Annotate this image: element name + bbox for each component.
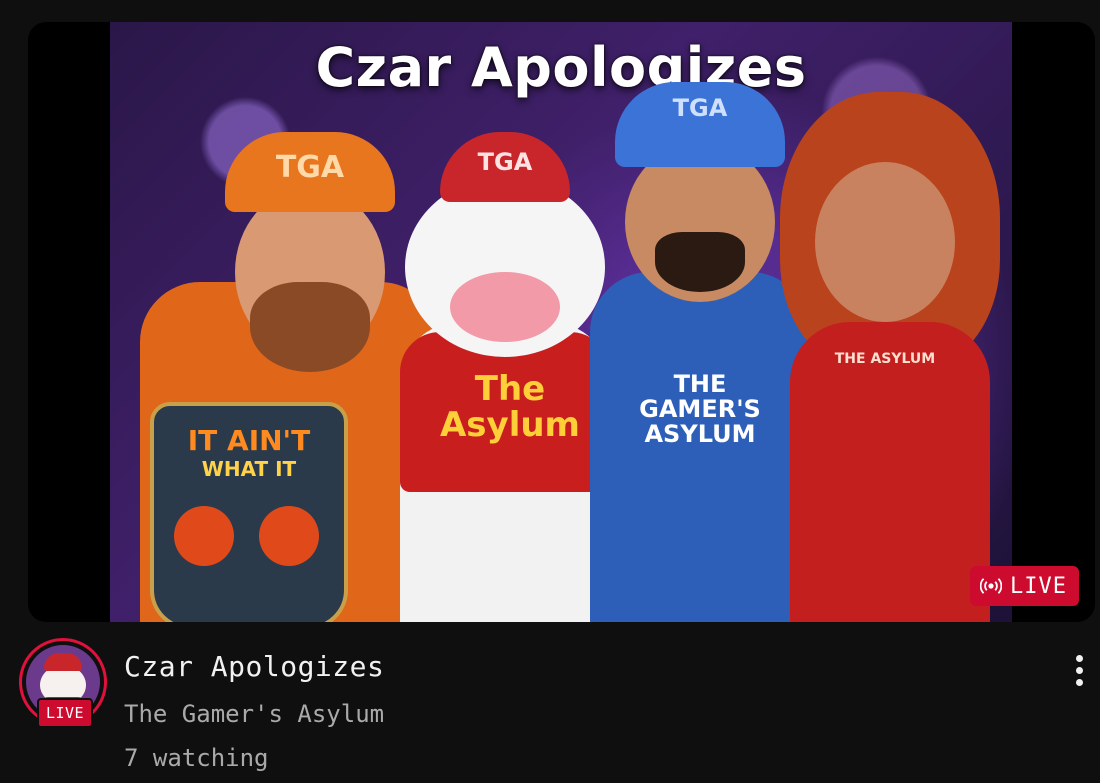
avatar-live-badge: LIVE: [37, 698, 93, 728]
logo-text-line2: WHAT IT: [201, 457, 297, 481]
character-red-hair: THE ASYLUM: [770, 92, 1012, 622]
viewer-count: 7 watching: [124, 744, 269, 772]
broadcast-icon: [980, 578, 1003, 594]
kebab-dot-icon: [1075, 666, 1083, 674]
live-label: LIVE: [1010, 573, 1067, 599]
shirt-text-asylum: The Asylum: [439, 369, 580, 445]
logo-text-line1: IT AIN'T: [187, 424, 311, 457]
live-badge: LIVE: [970, 566, 1079, 606]
kebab-dot-icon: [1075, 678, 1083, 686]
podcast-logo-badge: IT AIN'T WHAT IT: [150, 402, 348, 622]
thumbnail-artwork: Czar Apologizes TGA IT AIN'T WHAT IT The…: [110, 22, 1012, 622]
video-title[interactable]: Czar Apologizes: [124, 650, 384, 683]
cap-label: TGA: [672, 94, 728, 122]
shirt-text-gamers: THE GAMER'S ASYLUM: [639, 370, 761, 449]
thumbnail-title-text: Czar Apologizes: [315, 36, 807, 99]
channel-name[interactable]: The Gamer's Asylum: [124, 700, 384, 728]
more-options-button[interactable]: [1064, 650, 1094, 690]
character-cow: The Asylum TGA: [390, 132, 620, 622]
kebab-dot-icon: [1075, 654, 1083, 662]
video-thumbnail[interactable]: Czar Apologizes TGA IT AIN'T WHAT IT The…: [28, 22, 1095, 622]
cap-label: TGA: [275, 150, 345, 185]
cap-label: TGA: [477, 148, 533, 176]
shirt-text-small: THE ASYLUM: [834, 351, 936, 367]
